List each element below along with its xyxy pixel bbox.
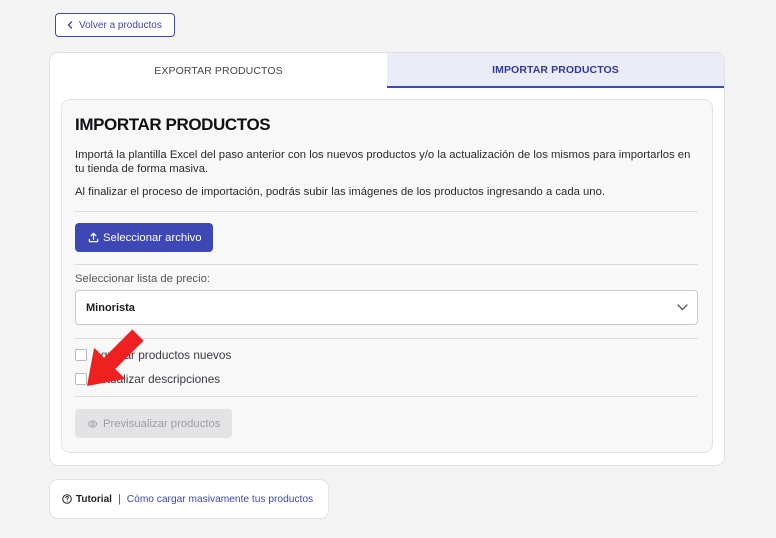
divider <box>75 211 698 212</box>
import-note: Al finalizar el proceso de importación, … <box>75 186 606 198</box>
price-list-select[interactable]: Minorista <box>75 290 698 325</box>
eye-icon <box>87 419 98 428</box>
price-list-selected-value: Minorista <box>86 301 135 314</box>
tab-import-label: IMPORTAR PRODUCTOS <box>492 63 619 76</box>
divider <box>75 396 698 397</box>
import-panel: IMPORTAR PRODUCTOS Importá la plantilla … <box>62 100 712 452</box>
tutorial-separator: | <box>117 493 121 505</box>
chevron-left-icon <box>67 21 73 29</box>
back-button-label: Volver a productos <box>79 19 162 31</box>
option-label: Agregar productos nuevos <box>93 348 232 362</box>
select-file-label: Seleccionar archivo <box>103 231 202 244</box>
products-import-card: EXPORTAR PRODUCTOS IMPORTAR PRODUCTOS IM… <box>50 53 724 465</box>
tutorial-box: Tutorial | Cómo cargar masivamente tus p… <box>50 480 328 518</box>
import-description: Importá la plantilla Excel del paso ante… <box>75 149 691 175</box>
option-add-new-products[interactable]: Agregar productos nuevos <box>75 347 231 363</box>
divider <box>75 338 698 339</box>
select-file-button[interactable]: Seleccionar archivo <box>75 223 213 252</box>
preview-products-button[interactable]: Previsualizar productos <box>75 409 232 438</box>
tutorial-label: Tutorial <box>76 493 112 505</box>
page: Volver a productos EXPORTAR PRODUCTOS IM… <box>0 0 776 538</box>
tab-export-products[interactable]: EXPORTAR PRODUCTOS <box>50 53 387 88</box>
divider <box>75 264 698 265</box>
preview-products-label: Previsualizar productos <box>103 417 221 430</box>
upload-icon <box>88 232 99 243</box>
back-to-products-button[interactable]: Volver a productos <box>55 13 175 37</box>
tutorial-link[interactable]: Cómo cargar masivamente tus productos <box>127 494 313 505</box>
add-new-products-checkbox[interactable] <box>75 349 87 361</box>
help-circle-icon <box>62 494 72 504</box>
tab-export-label: EXPORTAR PRODUCTOS <box>154 64 283 77</box>
option-update-descriptions[interactable]: Actualizar descripciones <box>75 371 220 387</box>
price-list-label: Seleccionar lista de precio: <box>75 273 211 285</box>
option-label: Actualizar descripciones <box>93 372 221 386</box>
tab-import-products[interactable]: IMPORTAR PRODUCTOS <box>387 53 724 88</box>
chevron-down-icon <box>677 304 688 311</box>
update-descriptions-checkbox[interactable] <box>75 373 87 385</box>
import-title: IMPORTAR PRODUCTOS <box>75 115 271 134</box>
